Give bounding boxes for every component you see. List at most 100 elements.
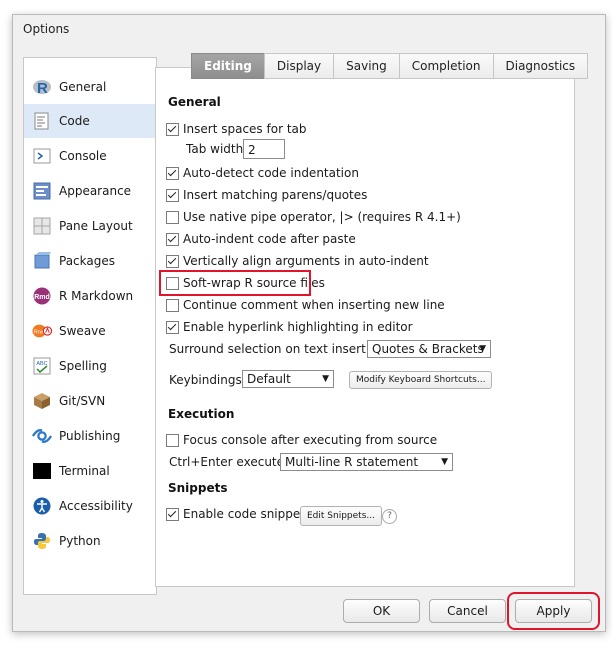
matching-parens-row: Insert matching parens/quotes bbox=[166, 185, 367, 205]
terminal-icon bbox=[32, 461, 52, 481]
rmarkdown-icon-text: Rmd bbox=[34, 294, 50, 301]
hyperlink-label: Enable hyperlink highlighting in editor bbox=[183, 320, 413, 334]
sidebar-item-appearance[interactable]: Appearance bbox=[24, 174, 156, 208]
sidebar-item-general[interactable]: R General bbox=[24, 70, 156, 104]
accessibility-icon bbox=[32, 496, 52, 516]
spelling-icon: ABC bbox=[32, 356, 52, 376]
auto-detect-checkbox[interactable] bbox=[166, 166, 179, 180]
auto-detect-label: Auto-detect code indentation bbox=[183, 166, 359, 180]
vertical-align-row: Vertically align arguments in auto-inden… bbox=[166, 251, 429, 271]
sidebar-item-label: Console bbox=[59, 149, 107, 163]
auto-indent-label: Auto-indent code after paste bbox=[183, 232, 356, 246]
sidebar-item-spelling[interactable]: ABC Spelling bbox=[24, 349, 156, 383]
ok-button[interactable]: OK bbox=[343, 599, 420, 623]
enable-snippets-row: Enable code snippets bbox=[166, 504, 311, 524]
sidebar-item-label: Sweave bbox=[59, 324, 106, 338]
matching-parens-label: Insert matching parens/quotes bbox=[183, 188, 368, 202]
hyperlink-row: Enable hyperlink highlighting in editor bbox=[166, 317, 413, 337]
enable-snippets-checkbox[interactable] bbox=[166, 507, 179, 521]
sidebar-item-rmarkdown[interactable]: Rmd R Markdown bbox=[24, 279, 156, 313]
modify-shortcuts-button[interactable]: Modify Keyboard Shortcuts... bbox=[349, 371, 493, 389]
focus-console-row: Focus console after executing from sourc… bbox=[166, 430, 437, 450]
snippets-heading: Snippets bbox=[168, 481, 228, 495]
tab-saving[interactable]: Saving bbox=[333, 53, 399, 79]
continue-comment-checkbox[interactable] bbox=[166, 298, 179, 312]
ctrl-enter-select-value: Multi-line R statement bbox=[285, 455, 419, 469]
surround-select-value: Quotes & Brackets bbox=[372, 342, 484, 356]
svg-text:R: R bbox=[37, 80, 48, 97]
sidebar-item-label: Packages bbox=[59, 254, 115, 268]
sidebar-item-label: Git/SVN bbox=[59, 394, 106, 408]
vertical-align-label: Vertically align arguments in auto-inden… bbox=[183, 254, 429, 268]
chevron-down-icon: ▼ bbox=[322, 374, 329, 384]
native-pipe-row: Use native pipe operator, |> (requires R… bbox=[166, 207, 461, 227]
tab-completion[interactable]: Completion bbox=[398, 53, 493, 79]
pane-layout-icon bbox=[32, 216, 52, 236]
sidebar-item-python[interactable]: Python bbox=[24, 524, 156, 558]
tab-width-row: Tab width bbox=[186, 139, 243, 159]
tab-diagnostics[interactable]: Diagnostics bbox=[492, 53, 589, 79]
chevron-down-icon: ▼ bbox=[479, 344, 486, 354]
auto-indent-checkbox[interactable] bbox=[166, 232, 179, 246]
surround-select[interactable]: Quotes & Brackets ▼ bbox=[367, 340, 491, 358]
sidebar-item-label: Accessibility bbox=[59, 499, 133, 513]
tab-width-label: Tab width bbox=[186, 142, 244, 156]
hyperlink-checkbox[interactable] bbox=[166, 320, 179, 334]
keybindings-label: Keybindings: bbox=[169, 373, 246, 387]
keybindings-select[interactable]: Default ▼ bbox=[242, 370, 334, 388]
continue-comment-label: Continue comment when inserting new line bbox=[183, 298, 445, 312]
sidebar-item-label: Spelling bbox=[59, 359, 107, 373]
tab-display[interactable]: Display bbox=[263, 53, 334, 79]
packages-icon bbox=[32, 251, 52, 271]
sidebar-item-label: Terminal bbox=[59, 464, 110, 478]
help-icon[interactable]: ? bbox=[382, 509, 397, 524]
continue-comment-row: Continue comment when inserting new line bbox=[166, 295, 445, 315]
sidebar-item-accessibility[interactable]: Accessibility bbox=[24, 489, 156, 523]
ctrl-enter-row: Ctrl+Enter executes: bbox=[169, 452, 294, 472]
chevron-down-icon: ▼ bbox=[441, 457, 448, 467]
sidebar-item-pane-layout[interactable]: Pane Layout bbox=[24, 209, 156, 243]
native-pipe-label: Use native pipe operator, |> (requires R… bbox=[183, 210, 461, 224]
rmarkdown-icon: Rmd bbox=[32, 286, 52, 306]
ctrl-enter-select[interactable]: Multi-line R statement ▼ bbox=[280, 453, 453, 471]
window-title: Options bbox=[13, 15, 605, 43]
surround-row: Surround selection on text insertion: bbox=[169, 339, 388, 359]
insert-spaces-label: Insert spaces for tab bbox=[183, 122, 307, 136]
native-pipe-checkbox[interactable] bbox=[166, 210, 179, 224]
sidebar-item-label: Python bbox=[59, 534, 101, 548]
sidebar-item-git-svn[interactable]: Git/SVN bbox=[24, 384, 156, 418]
sidebar-item-label: Pane Layout bbox=[59, 219, 133, 233]
appearance-icon bbox=[32, 181, 52, 201]
vertical-align-checkbox[interactable] bbox=[166, 254, 179, 268]
focus-console-checkbox[interactable] bbox=[166, 433, 179, 447]
matching-parens-checkbox[interactable] bbox=[166, 188, 179, 202]
code-icon bbox=[32, 111, 52, 131]
insert-spaces-checkbox[interactable] bbox=[166, 122, 179, 136]
sidebar-item-terminal[interactable]: Terminal bbox=[24, 454, 156, 488]
insert-spaces-row: Insert spaces for tab bbox=[166, 119, 307, 139]
surround-label: Surround selection on text insertion: bbox=[169, 342, 389, 356]
sidebar-item-code[interactable]: Code bbox=[24, 104, 156, 138]
publishing-icon bbox=[32, 426, 52, 446]
edit-snippets-button[interactable]: Edit Snippets... bbox=[300, 506, 382, 526]
keybindings-select-value: Default bbox=[247, 372, 291, 386]
auto-detect-row: Auto-detect code indentation bbox=[166, 163, 359, 183]
sidebar-item-sweave[interactable]: Rnw Sweave bbox=[24, 314, 156, 348]
sidebar-item-publishing[interactable]: Publishing bbox=[24, 419, 156, 453]
sidebar-item-label: Appearance bbox=[59, 184, 132, 198]
options-dialog: Options R General Code Console Appearanc… bbox=[12, 14, 606, 632]
tab-editing[interactable]: Editing bbox=[191, 53, 264, 79]
console-icon bbox=[32, 146, 52, 166]
enable-snippets-label: Enable code snippets bbox=[183, 507, 312, 521]
sidebar-item-packages[interactable]: Packages bbox=[24, 244, 156, 278]
cancel-button[interactable]: Cancel bbox=[429, 599, 506, 623]
sidebar-item-console[interactable]: Console bbox=[24, 139, 156, 173]
git-svn-icon bbox=[32, 391, 52, 411]
general-heading: General bbox=[168, 95, 221, 109]
tab-width-input[interactable]: 2 bbox=[243, 139, 285, 159]
ctrl-enter-label: Ctrl+Enter executes: bbox=[169, 455, 295, 469]
sidebar: R General Code Console Appearance Pane L… bbox=[23, 57, 157, 595]
sidebar-item-label: R Markdown bbox=[59, 289, 134, 303]
sidebar-item-label: Code bbox=[59, 114, 90, 128]
sweave-icon: Rnw bbox=[32, 321, 52, 341]
